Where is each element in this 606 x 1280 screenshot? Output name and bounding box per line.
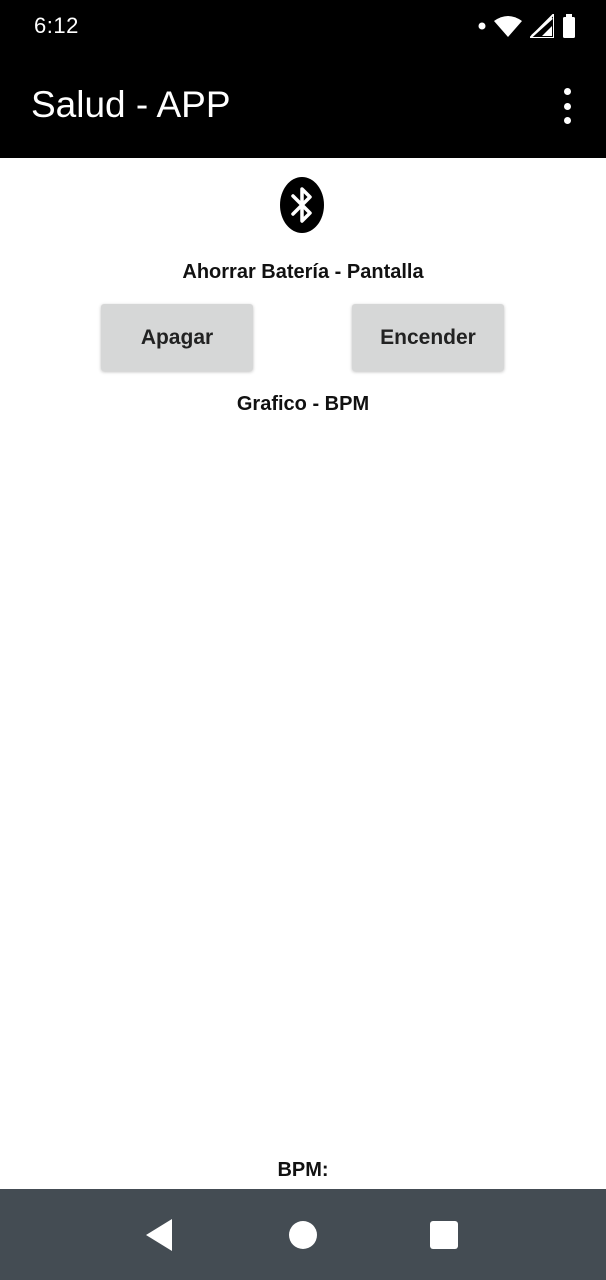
menu-dot [563, 88, 571, 95]
wifi-icon [494, 15, 522, 37]
bpm-label: BPM: [277, 1159, 329, 1181]
app-bar: Salud - APP [0, 52, 606, 158]
menu-dot [563, 117, 571, 124]
status-time: 6:12 [34, 13, 79, 38]
status-bar: 6:12 [0, 0, 606, 52]
home-icon[interactable] [285, 1217, 321, 1253]
overflow-menu-icon[interactable] [554, 88, 580, 124]
recents-icon[interactable] [426, 1217, 462, 1253]
status-icons [478, 12, 576, 40]
app-title: Salud - APP [31, 84, 231, 125]
back-icon[interactable] [142, 1217, 178, 1253]
bpm-chart-area [0, 425, 606, 1150]
battery-icon [562, 14, 576, 38]
on-button[interactable]: Encender [352, 304, 504, 371]
graph-title: Grafico - BPM [236, 393, 370, 415]
navigation-bar [0, 1189, 606, 1280]
bluetooth-icon[interactable] [279, 176, 325, 234]
menu-dot [563, 102, 571, 110]
cell-signal-icon [530, 14, 554, 38]
app-screen: 6:12 Salud - APP Ahorrar Batería - Panta… [0, 0, 606, 1280]
off-button[interactable]: Apagar [101, 304, 253, 371]
notification-dot-icon [478, 22, 486, 30]
battery-saver-label: Ahorrar Batería - Pantalla [182, 261, 424, 283]
